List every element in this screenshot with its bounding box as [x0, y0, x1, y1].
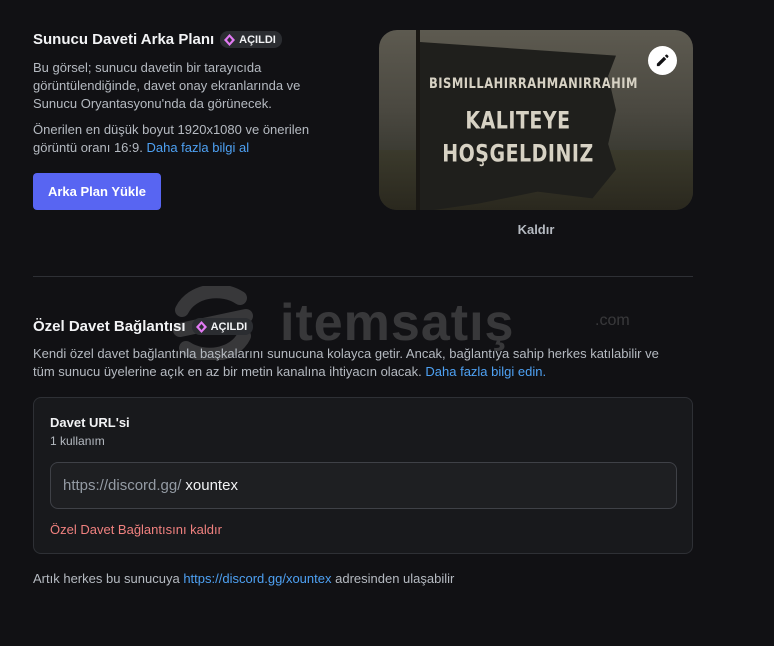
- nitro-gem-icon: [195, 320, 207, 333]
- unlocked-badge: AÇILDI: [191, 318, 254, 335]
- recommended-size-text: Önerilen en düşük boyut 1920x1080 ve öne…: [33, 121, 309, 157]
- invite-url-card: Davet URL'si 1 kullanım https://discord.…: [33, 397, 693, 554]
- description-line: Bu görsel; sunucu davetin bir tarayıcıda: [33, 60, 262, 75]
- size-line-text: görüntü oranı 16:9.: [33, 140, 143, 155]
- invite-link[interactable]: https://discord.gg/xountex: [183, 571, 331, 586]
- watermark-suffix: .com: [595, 312, 630, 329]
- pencil-icon: [656, 54, 669, 67]
- footer-before: Artık herkes bu sunucuya: [33, 571, 180, 586]
- description-line: Sunucu Oryantasyonu'nda da görünecek.: [33, 96, 272, 111]
- banner-line-1: BISMILLAHIRRAHMANIRRAHIM: [429, 74, 638, 92]
- footer-after: adresinden ulaşabilir: [335, 571, 455, 586]
- invite-title-text: Özel Davet Bağlantısı: [33, 318, 186, 335]
- nitro-gem-icon: [224, 33, 236, 46]
- invite-section-title: Özel Davet Bağlantısı AÇILDI: [33, 318, 254, 335]
- section-divider: [33, 276, 693, 277]
- badge-label: AÇILDI: [210, 320, 248, 333]
- edit-background-button[interactable]: [648, 46, 677, 75]
- invite-url-title: Davet URL'si: [50, 415, 130, 430]
- footer-note: Artık herkes bu sunucuya https://discord…: [33, 571, 454, 586]
- description-line: Kendi özel davet bağlantınla başkalarını…: [33, 346, 659, 361]
- size-line: Önerilen en düşük boyut 1920x1080 ve öne…: [33, 122, 310, 137]
- background-section-title: Sunucu Daveti Arka Planı AÇILDI: [33, 31, 282, 48]
- url-value[interactable]: xountex: [185, 477, 238, 494]
- description-line-text: tüm sunucu üyelerine açık en az bir meti…: [33, 364, 422, 379]
- url-prefix: https://discord.gg/: [63, 477, 182, 494]
- vanity-url-input[interactable]: https://discord.gg/ xountex: [50, 462, 677, 509]
- description-line: tüm sunucu üyelerine açık en az bir meti…: [33, 363, 659, 381]
- banner-line-2: KALITEYE: [465, 107, 571, 135]
- upload-background-button[interactable]: Arka Plan Yükle: [33, 173, 161, 210]
- unlocked-badge: AÇILDI: [220, 31, 282, 48]
- learn-more-link[interactable]: Daha fazla bilgi edin.: [425, 364, 546, 379]
- invite-usage-count: 1 kullanım: [50, 434, 105, 448]
- description-line: görüntülendiğinde, davet onay ekranların…: [33, 78, 301, 93]
- background-preview-image: BISMILLAHIRRAHMANIRRAHIM KALITEYE HOŞGEL…: [379, 30, 693, 210]
- invite-description: Kendi özel davet bağlantınla başkalarını…: [33, 345, 659, 381]
- learn-more-link[interactable]: Daha fazla bilgi al: [146, 140, 249, 155]
- banner-pole: [416, 30, 420, 210]
- size-line: görüntü oranı 16:9. Daha fazla bilgi al: [33, 139, 309, 157]
- background-description: Bu görsel; sunucu davetin bir tarayıcıda…: [33, 59, 300, 113]
- banner-line-3: HOŞGELDINIZ: [442, 140, 594, 168]
- background-title-text: Sunucu Daveti Arka Planı: [33, 31, 215, 48]
- watermark-text: itemsatış: [280, 294, 515, 352]
- badge-label: AÇILDI: [239, 33, 276, 46]
- remove-background-link[interactable]: Kaldır: [379, 222, 693, 237]
- remove-vanity-url-link[interactable]: Özel Davet Bağlantısını kaldır: [50, 522, 222, 537]
